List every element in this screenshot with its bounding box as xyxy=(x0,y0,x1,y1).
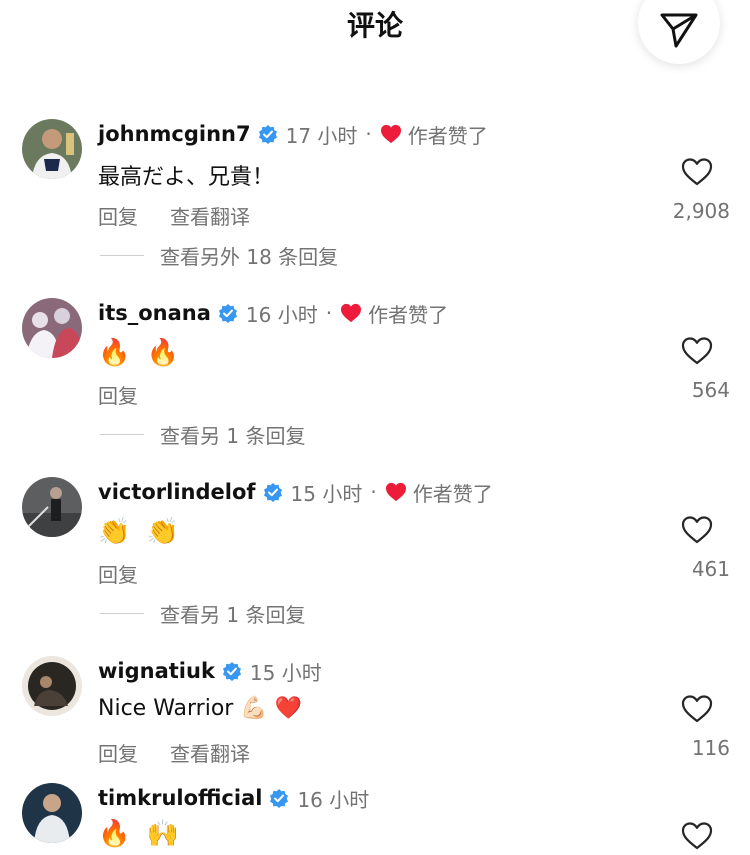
comment-text: Nice Warrior 💪🏻 ❤️ xyxy=(98,696,303,721)
author-liked-heart-icon xyxy=(380,124,401,144)
verified-badge-icon xyxy=(263,483,282,502)
verified-badge-icon xyxy=(218,304,237,323)
reply-button[interactable]: 回复 xyxy=(98,380,138,409)
avatar[interactable] xyxy=(22,783,82,843)
like-heart-icon[interactable] xyxy=(681,694,713,724)
comment-meta: its_onana 16 小时 · 作者赞了 xyxy=(98,298,448,328)
like-heart-icon[interactable] xyxy=(681,157,713,187)
comment-meta: wignatiuk 15 小时 xyxy=(98,656,322,686)
comment-meta: timkrulofficial 16 小时 xyxy=(98,783,369,813)
username[interactable]: timkrulofficial xyxy=(98,786,262,810)
send-arrow-icon xyxy=(660,13,698,48)
comment-actions: 回复 查看翻译 xyxy=(98,201,250,230)
view-replies-label: 查看另 1 条回复 xyxy=(160,603,306,627)
send-button[interactable] xyxy=(638,0,720,64)
avatar[interactable] xyxy=(22,477,82,537)
like-heart-icon[interactable] xyxy=(681,515,713,545)
comment-text: 🔥 🔥 xyxy=(98,338,184,368)
like-count: 461 xyxy=(691,557,730,581)
comment-text: 👏 👏 xyxy=(98,517,184,547)
verified-badge-icon xyxy=(258,125,277,144)
comments-header: 评论 xyxy=(0,0,750,64)
view-replies-label: 查看另 1 条回复 xyxy=(160,424,306,448)
comment-time: 17 小时 xyxy=(285,123,358,148)
like-heart-icon[interactable] xyxy=(681,821,713,851)
comment-actions: 回复 查看翻译 xyxy=(98,738,250,767)
comment-meta: johnmcginn7 17 小时 · 作者赞了 xyxy=(98,119,488,149)
replies-divider-line xyxy=(100,613,144,614)
username[interactable]: johnmcginn7 xyxy=(98,122,251,146)
author-liked-label: 作者赞了 xyxy=(407,123,488,148)
comment-text: 最高だよ、兄貴！ xyxy=(98,165,275,190)
comment-time: 16 小时 xyxy=(245,302,318,327)
username[interactable]: victorlindelof xyxy=(98,480,256,504)
avatar[interactable] xyxy=(22,298,82,358)
author-liked-label: 作者赞了 xyxy=(368,302,449,327)
avatar[interactable] xyxy=(22,119,82,179)
comment-actions: 回复 xyxy=(98,559,138,588)
translate-button[interactable]: 查看翻译 xyxy=(170,738,250,767)
replies-divider-line xyxy=(100,434,144,435)
comment-actions: 回复 xyxy=(98,380,138,409)
username[interactable]: wignatiuk xyxy=(98,659,215,683)
author-liked-label: 作者赞了 xyxy=(412,481,493,506)
comment-text: 🔥 🙌 xyxy=(98,819,184,849)
like-count: 564 xyxy=(691,378,730,402)
like-heart-icon[interactable] xyxy=(681,336,713,366)
separator-dot: · xyxy=(365,122,372,146)
comment-time: 15 小时 xyxy=(249,660,322,685)
separator-dot: · xyxy=(370,480,377,504)
like-count: 116 xyxy=(691,736,730,760)
reply-button[interactable]: 回复 xyxy=(98,559,138,588)
comment-time: 16 小时 xyxy=(297,787,370,812)
verified-badge-icon xyxy=(222,662,241,681)
translate-button[interactable]: 查看翻译 xyxy=(170,201,250,230)
view-replies-button[interactable]: 查看另 1 条回复 xyxy=(100,599,305,628)
view-replies-button[interactable]: 查看另外 18 条回复 xyxy=(100,241,338,270)
avatar[interactable] xyxy=(22,656,82,716)
view-replies-label: 查看另外 18 条回复 xyxy=(160,245,339,269)
author-liked-heart-icon xyxy=(385,482,406,502)
author-liked-heart-icon xyxy=(341,303,362,323)
reply-button[interactable]: 回复 xyxy=(98,738,138,767)
reply-button[interactable]: 回复 xyxy=(98,201,138,230)
username[interactable]: its_onana xyxy=(98,301,211,325)
separator-dot: · xyxy=(325,301,333,325)
replies-divider-line xyxy=(100,255,144,256)
like-count: 2,908 xyxy=(672,199,730,223)
comment-meta: victorlindelof 15 小时 · 作者赞了 xyxy=(98,477,493,507)
verified-badge-icon xyxy=(270,789,289,808)
comment-time: 15 小时 xyxy=(290,481,363,506)
view-replies-button[interactable]: 查看另 1 条回复 xyxy=(100,420,305,449)
